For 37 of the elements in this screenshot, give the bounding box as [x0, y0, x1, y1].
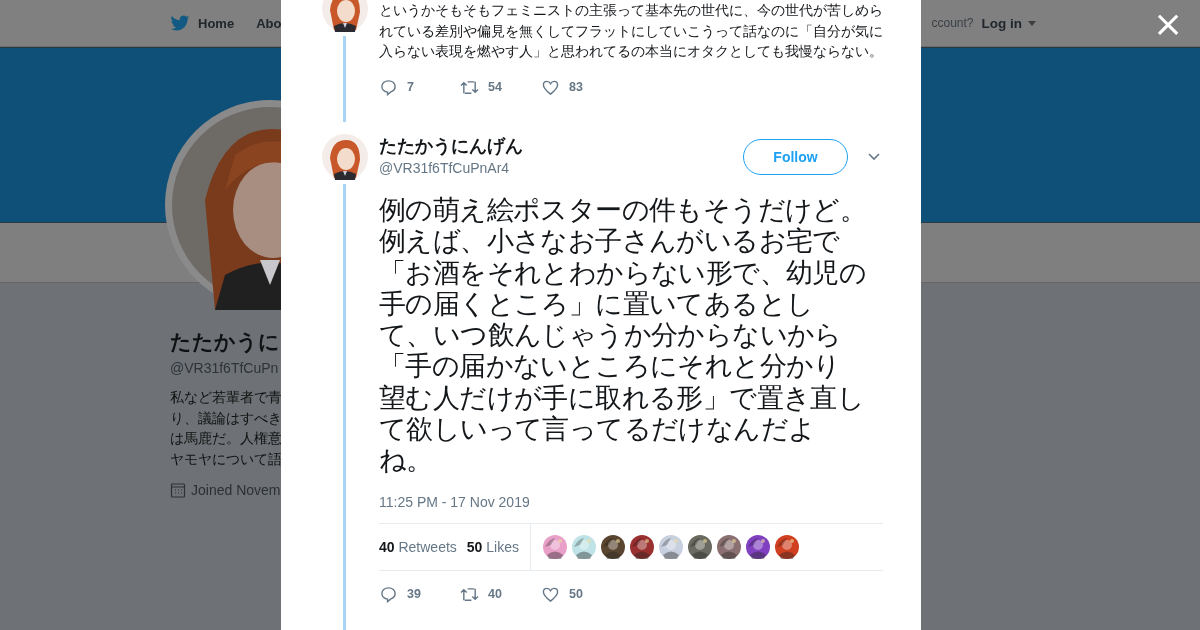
chevron-icon[interactable] — [868, 153, 880, 161]
bio-line: ヤモヤについて語 — [170, 449, 281, 469]
joined-date: Joined Novem — [191, 482, 281, 498]
profile-name: たたかうに — [170, 329, 281, 356]
reply-button[interactable]: 39 — [379, 585, 460, 603]
retweet-icon — [460, 585, 479, 603]
caret-icon — [1028, 20, 1036, 26]
reply-icon — [379, 78, 398, 96]
tweet-text: というかそもそもフェミニストの主張って基本先の世代に、今の世代が苦しめられている差別や偏見を無くしてフラットにしていこうって話なのに「自分が気に入らない表現を燃やす人」と思われてるの本当にオタクとしても我慢ならない。 — [379, 1, 883, 61]
like-button[interactable]: 83 — [541, 78, 622, 96]
profile-handle: @VR31f6TfCuPn — [170, 360, 280, 376]
follow-button[interactable]: Follow — [743, 139, 848, 175]
bird-icon — [170, 14, 190, 32]
bio-line: り、議論はすべき — [170, 408, 281, 428]
bio-line: は馬鹿だ。人権意 — [170, 429, 281, 448]
close-button[interactable]: × — [1153, 4, 1184, 44]
about-link[interactable]: Abo — [256, 15, 282, 31]
retweet-button[interactable]: 54 — [460, 78, 541, 96]
user-name[interactable]: たたかうにんげん — [379, 134, 743, 158]
like-count[interactable]: 50 Likes — [466, 538, 519, 555]
calendar-icon — [170, 482, 186, 498]
tweet-timestamp[interactable]: 11:25 PM - 17 Nov 2019 — [379, 493, 883, 510]
like-button[interactable]: 50 — [541, 585, 622, 603]
home-link[interactable]: Home — [198, 15, 235, 31]
retweet-button[interactable]: 40 — [460, 585, 541, 603]
reply-icon — [379, 585, 398, 603]
tweet-paragraph: 例の萌え絵ポスターの件もそうだけど。 — [379, 194, 867, 226]
user-handle: @VR31f6TfCuPnAr4 — [379, 160, 511, 176]
retweet-icon — [460, 78, 479, 96]
retweet-count[interactable]: 40 Retweets — [379, 538, 457, 555]
reply-button[interactable]: 7 — [379, 78, 460, 96]
heart-icon — [541, 78, 560, 96]
bio-line: 私など若輩者で青 — [170, 388, 281, 407]
account-text: ccount? — [931, 16, 974, 30]
login-link[interactable]: Log in — [981, 15, 1022, 31]
tweet-paragraph: 例えば、小さなお子さんがいるお宅で「お酒をそれとわからない形で、幼児の手の届くところ」に置いてあるとして、いつ飲んじゃうか分からないから「手の届かないところにそれと分かり望む人だけが手に取れる形」で置き直して欲しいって言ってるだけなんだよね。 — [379, 225, 867, 476]
heart-icon — [541, 585, 560, 603]
